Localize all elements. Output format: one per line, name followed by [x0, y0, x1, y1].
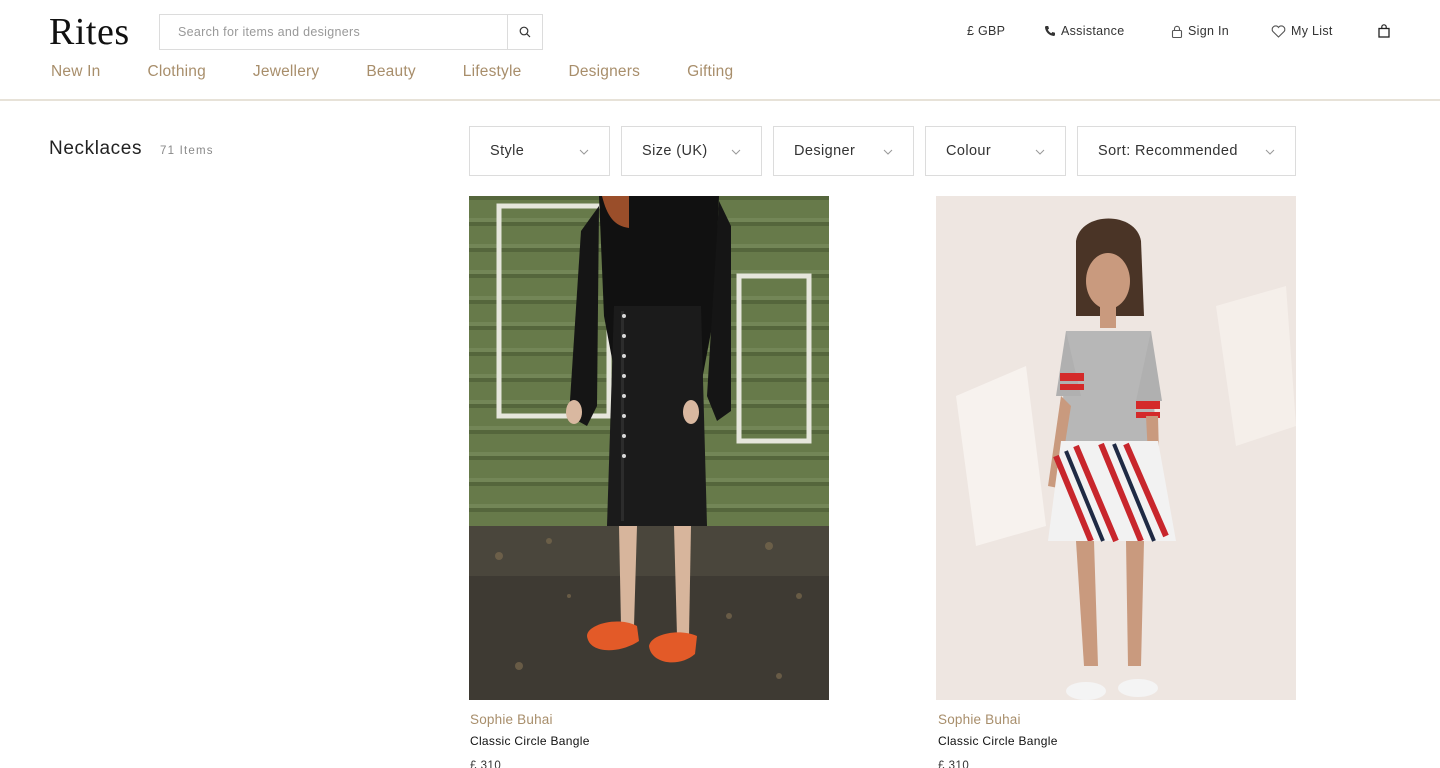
- bag-icon: [1378, 24, 1390, 38]
- nav-lifestyle[interactable]: Lifestyle: [463, 63, 522, 81]
- product-image[interactable]: [936, 196, 1296, 700]
- filter-designer[interactable]: Designer: [773, 126, 914, 176]
- filter-label: Designer: [794, 143, 856, 159]
- currency-selector[interactable]: £ GBP: [967, 22, 1005, 40]
- currency-label: £ GBP: [967, 24, 1006, 38]
- nav-designers[interactable]: Designers: [568, 63, 640, 81]
- shopping-bag-button[interactable]: [1378, 22, 1395, 40]
- phone-icon: [1045, 26, 1055, 36]
- search-icon: [519, 26, 531, 38]
- lock-icon: [1171, 25, 1183, 38]
- filter-label: Style: [490, 143, 525, 159]
- category-title: Necklaces: [49, 138, 143, 159]
- assistance-label: Assistance: [1061, 24, 1125, 38]
- assistance-link[interactable]: Assistance: [1044, 22, 1124, 40]
- search-button[interactable]: [507, 15, 542, 49]
- product-image[interactable]: [469, 196, 829, 700]
- nav-beauty[interactable]: Beauty: [366, 63, 415, 81]
- brand-logo[interactable]: Rites: [49, 10, 130, 54]
- nav-jewellery[interactable]: Jewellery: [253, 63, 319, 81]
- product-designer[interactable]: Sophie Buhai: [938, 712, 1021, 727]
- chevron-down-icon: [731, 149, 741, 155]
- filter-size[interactable]: Size (UK): [621, 126, 762, 176]
- search-input[interactable]: [160, 15, 507, 49]
- sort-dropdown[interactable]: Sort: Recommended: [1077, 126, 1296, 176]
- product-name[interactable]: Classic Circle Bangle: [938, 734, 1058, 748]
- item-count: 71 Items: [160, 145, 214, 157]
- chevron-down-icon: [1265, 149, 1275, 155]
- product-photo-model-striped-skirt: [936, 196, 1296, 700]
- product-price: £ 310: [470, 760, 502, 768]
- main-nav: New In Clothing Jewellery Beauty Lifesty…: [51, 63, 780, 81]
- product-designer[interactable]: Sophie Buhai: [470, 712, 553, 727]
- my-list-link[interactable]: My List: [1271, 22, 1333, 40]
- nav-new-in[interactable]: New In: [51, 63, 100, 81]
- filter-label: Colour: [946, 143, 992, 159]
- chevron-down-icon: [883, 149, 893, 155]
- my-list-label: My List: [1291, 24, 1333, 38]
- chevron-down-icon: [1035, 149, 1045, 155]
- sign-in-label: Sign In: [1188, 24, 1230, 38]
- nav-gifting[interactable]: Gifting: [687, 63, 733, 81]
- chevron-down-icon: [579, 149, 589, 155]
- search-bar: [159, 14, 543, 50]
- sign-in-link[interactable]: Sign In: [1171, 22, 1229, 40]
- site-header: Rites £ GBP Assistance Sign In My List: [0, 0, 1440, 101]
- product-name[interactable]: Classic Circle Bangle: [470, 734, 590, 748]
- filter-label: Size (UK): [642, 143, 708, 159]
- product-photo-model-black-skirt: [469, 196, 829, 700]
- sort-label: Sort: Recommended: [1098, 143, 1238, 159]
- product-price: £ 310: [938, 760, 970, 768]
- filter-colour[interactable]: Colour: [925, 126, 1066, 176]
- nav-clothing[interactable]: Clothing: [147, 63, 205, 81]
- filter-style[interactable]: Style: [469, 126, 610, 176]
- heart-icon: [1271, 24, 1286, 38]
